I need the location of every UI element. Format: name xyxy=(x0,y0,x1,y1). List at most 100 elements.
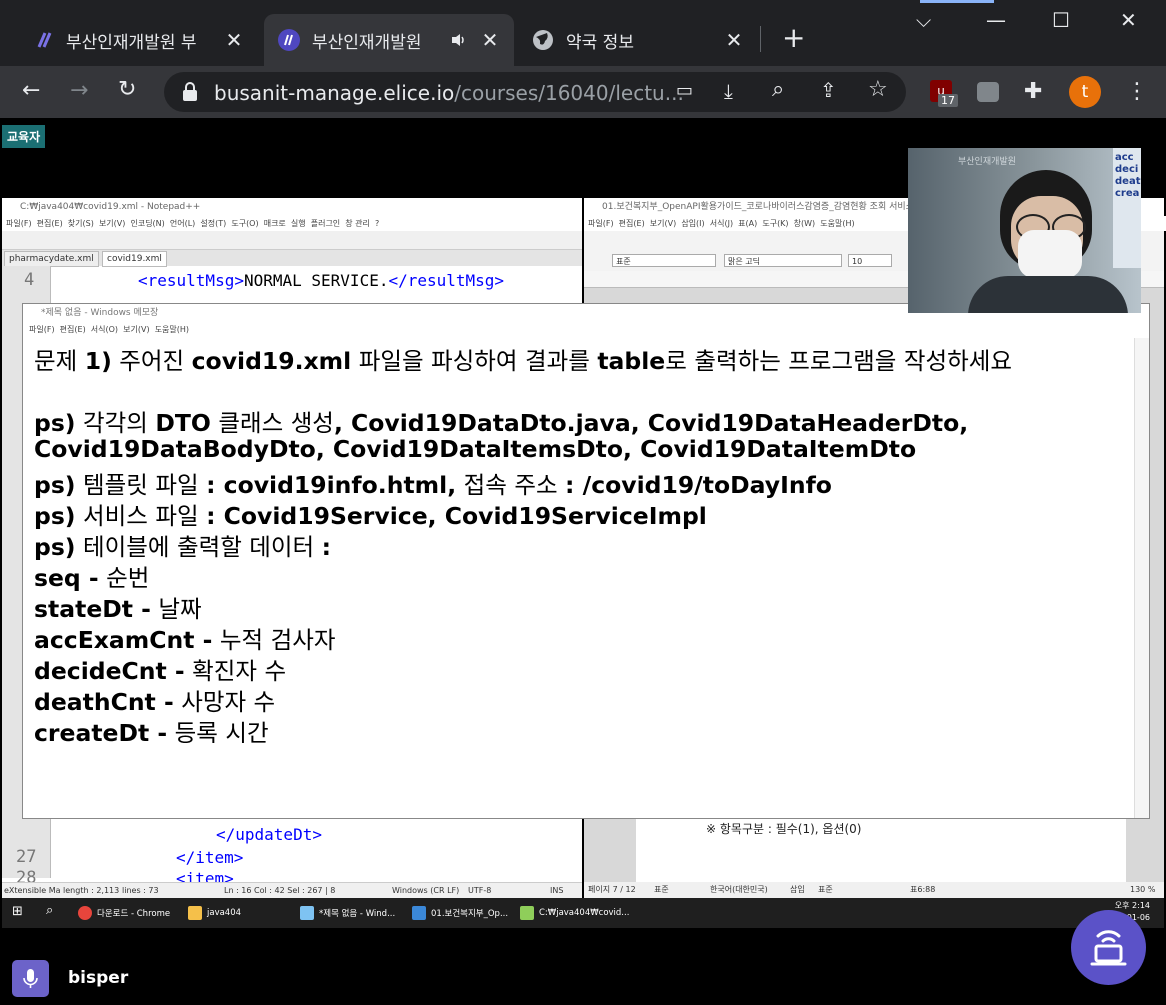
menu-item[interactable]: 편집(E) xyxy=(37,219,63,228)
menu-item[interactable]: 실행 xyxy=(291,219,306,228)
notepad-menubar: 파일(F) 편집(E) 서식(O) 보기(V) 도움말(H) xyxy=(23,322,1149,338)
close-window-button[interactable]: ✕ xyxy=(1120,8,1137,32)
menu-item[interactable]: 서식(O) xyxy=(91,325,118,334)
menu-item[interactable]: 서식(J) xyxy=(710,219,733,228)
folder-icon xyxy=(188,906,202,920)
code-line: </updateDt> xyxy=(216,825,322,844)
close-tab-icon[interactable]: ✕ xyxy=(724,28,744,52)
popup-blocked-icon[interactable]: ▭ xyxy=(676,80,693,101)
menu-item[interactable]: 도움말(H) xyxy=(155,325,189,334)
bookmark-star-icon[interactable]: ☆ xyxy=(868,77,888,102)
menu-item[interactable]: 플러그인 xyxy=(311,219,340,228)
windows-taskbar: ⊞ ⌕ 다운로드 - Chrome java404 *제목 없음 - Wind.… xyxy=(2,898,1164,928)
menu-item[interactable]: ? xyxy=(375,219,379,228)
notepad-scrollbar[interactable] xyxy=(1134,338,1149,818)
profile-avatar[interactable]: t xyxy=(1069,76,1101,108)
notepadpp-menubar: 파일(F) 편집(E) 찾기(S) 보기(V) 인코딩(N) 언어(L) 설정(… xyxy=(2,216,586,231)
new-tab-button[interactable]: + xyxy=(782,24,805,52)
menu-item[interactable]: 창 관리 xyxy=(345,219,370,228)
taskbar-item[interactable]: 다운로드 - Chrome xyxy=(78,901,170,925)
text-line: deathCnt - 사망자 수 xyxy=(34,688,276,716)
presenter-name: bisper xyxy=(68,968,129,988)
extensions-puzzle-icon[interactable]: ✚ xyxy=(1024,79,1042,104)
menu-item[interactable]: 파일(F) xyxy=(588,219,614,228)
minimize-button[interactable]: — xyxy=(986,8,1006,32)
status-eol: Windows (CR LF) xyxy=(392,886,460,895)
taskbar-item[interactable]: C:₩java404₩covid... xyxy=(520,901,629,925)
browser-tab-1[interactable]: 부산인재개발원 부 ✕ xyxy=(18,14,258,66)
status-insert-mode: INS xyxy=(550,886,564,895)
extension-badge: 17 xyxy=(938,94,958,107)
forward-icon[interactable]: → xyxy=(70,78,88,103)
menu-item[interactable]: 찾기(S) xyxy=(68,219,94,228)
text-line: ps) 테이블에 출력할 데이터 : xyxy=(34,533,332,561)
notepadpp-icon xyxy=(520,906,534,920)
font-select[interactable]: 맑은 고딕 xyxy=(724,254,842,267)
text-line: ps) 템플릿 파일 : covid19info.html, 접속 주소 : /… xyxy=(34,471,832,499)
menu-item[interactable]: 보기(V) xyxy=(123,325,149,334)
robot-extension-icon[interactable] xyxy=(977,82,999,102)
menu-item[interactable]: 언어(L) xyxy=(170,219,195,228)
line-number: 4 xyxy=(24,270,35,290)
live-class-button[interactable] xyxy=(1071,910,1146,985)
document-note: ※ 항목구분 : 필수(1), 옵션(0) xyxy=(706,822,862,836)
reload-icon[interactable]: ↻ xyxy=(118,77,136,102)
text-line: seq - 순번 xyxy=(34,564,150,592)
webcam-sign-text: 부산인재개발원 xyxy=(958,157,1016,167)
text-line: Covid19DataBodyDto, Covid19DataItemsDto,… xyxy=(34,435,917,463)
menu-item[interactable]: 삽입(I) xyxy=(681,219,704,228)
url-host: busanit-manage.elice.io xyxy=(214,81,455,105)
install-app-icon[interactable]: ⤓ xyxy=(724,79,733,103)
taskbar-item[interactable]: java404 xyxy=(188,901,241,925)
microphone-icon xyxy=(23,969,38,988)
maximize-button[interactable]: ☐ xyxy=(1052,8,1070,32)
menu-item[interactable]: 설정(T) xyxy=(200,219,226,228)
browser-tab-2[interactable]: 부산인재개발원 ✕ xyxy=(264,14,514,66)
menu-item[interactable]: 인코딩(N) xyxy=(130,219,164,228)
taskbar-item[interactable]: *제목 없음 - Wind... xyxy=(300,901,395,925)
taskbar-item[interactable]: 01.보건복지부_Op... xyxy=(412,901,508,925)
close-tab-icon[interactable]: ✕ xyxy=(224,28,244,52)
search-icon[interactable]: ⌕ xyxy=(46,903,53,918)
browser-tab-3[interactable]: 약국 정보 ✕ xyxy=(518,14,758,66)
menu-item[interactable]: 도움말(H) xyxy=(820,219,854,228)
status-lines: lines : 73 xyxy=(122,886,159,895)
menu-item[interactable]: 창(W) xyxy=(794,219,816,228)
menu-item[interactable]: 편집(E) xyxy=(619,219,645,228)
tab-title: 부산인재개발원 xyxy=(312,32,422,53)
zoom-icon[interactable]: ⌕ xyxy=(772,77,784,102)
notepad-text-area[interactable]: 문제 1) 주어진 covid19.xml 파일을 파싱하여 결과를 table… xyxy=(34,342,1012,747)
status-cell: 표준 xyxy=(818,885,833,894)
text-line: createDt - 등록 시간 xyxy=(34,719,269,747)
windows-start-icon[interactable]: ⊞ xyxy=(12,904,23,919)
notepadpp-statusbar: eXtensible Ma length : 2,113 lines : 73 … xyxy=(2,882,582,899)
menu-item[interactable]: 파일(F) xyxy=(29,325,55,334)
font-size-select[interactable]: 10 xyxy=(848,254,892,267)
share-icon[interactable]: ⇪ xyxy=(820,78,837,102)
close-tab-icon[interactable]: ✕ xyxy=(480,28,500,52)
menu-item[interactable]: 표(A) xyxy=(738,219,757,228)
url-text[interactable]: busanit-manage.elice.io/courses/16040/le… xyxy=(214,81,684,105)
file-tab-active[interactable]: covid19.xml xyxy=(102,251,167,267)
active-indicator xyxy=(920,0,994,3)
code-line: </item> xyxy=(176,848,244,867)
menu-item[interactable]: 매크로 xyxy=(264,219,286,228)
menu-item[interactable]: 편집(E) xyxy=(60,325,86,334)
globe-icon xyxy=(533,30,553,50)
menu-item[interactable]: 도구(O) xyxy=(231,219,258,228)
speaker-icon[interactable] xyxy=(450,32,468,48)
menu-kebab-icon[interactable]: ⋮ xyxy=(1126,79,1148,104)
text-line: ps) 서비스 파일 : Covid19Service, Covid19Serv… xyxy=(34,502,707,530)
style-select[interactable]: 표준 xyxy=(612,254,716,267)
menu-item[interactable]: 보기(V) xyxy=(650,219,676,228)
tab-search-icon[interactable]: ⌵ xyxy=(916,8,931,32)
back-icon[interactable]: ← xyxy=(22,78,40,103)
menu-item[interactable]: 도구(K) xyxy=(762,219,788,228)
presenter-mic-button[interactable] xyxy=(12,960,49,997)
lock-icon[interactable] xyxy=(182,82,198,102)
notepadpp-tabbar: pharmacydate.xml covid19.xml xyxy=(2,250,582,267)
menu-item[interactable]: 보기(V) xyxy=(99,219,125,228)
address-bar[interactable]: busanit-manage.elice.io/courses/16040/le… xyxy=(164,72,906,112)
file-tab[interactable]: pharmacydate.xml xyxy=(4,251,99,267)
menu-item[interactable]: 파일(F) xyxy=(6,219,32,228)
